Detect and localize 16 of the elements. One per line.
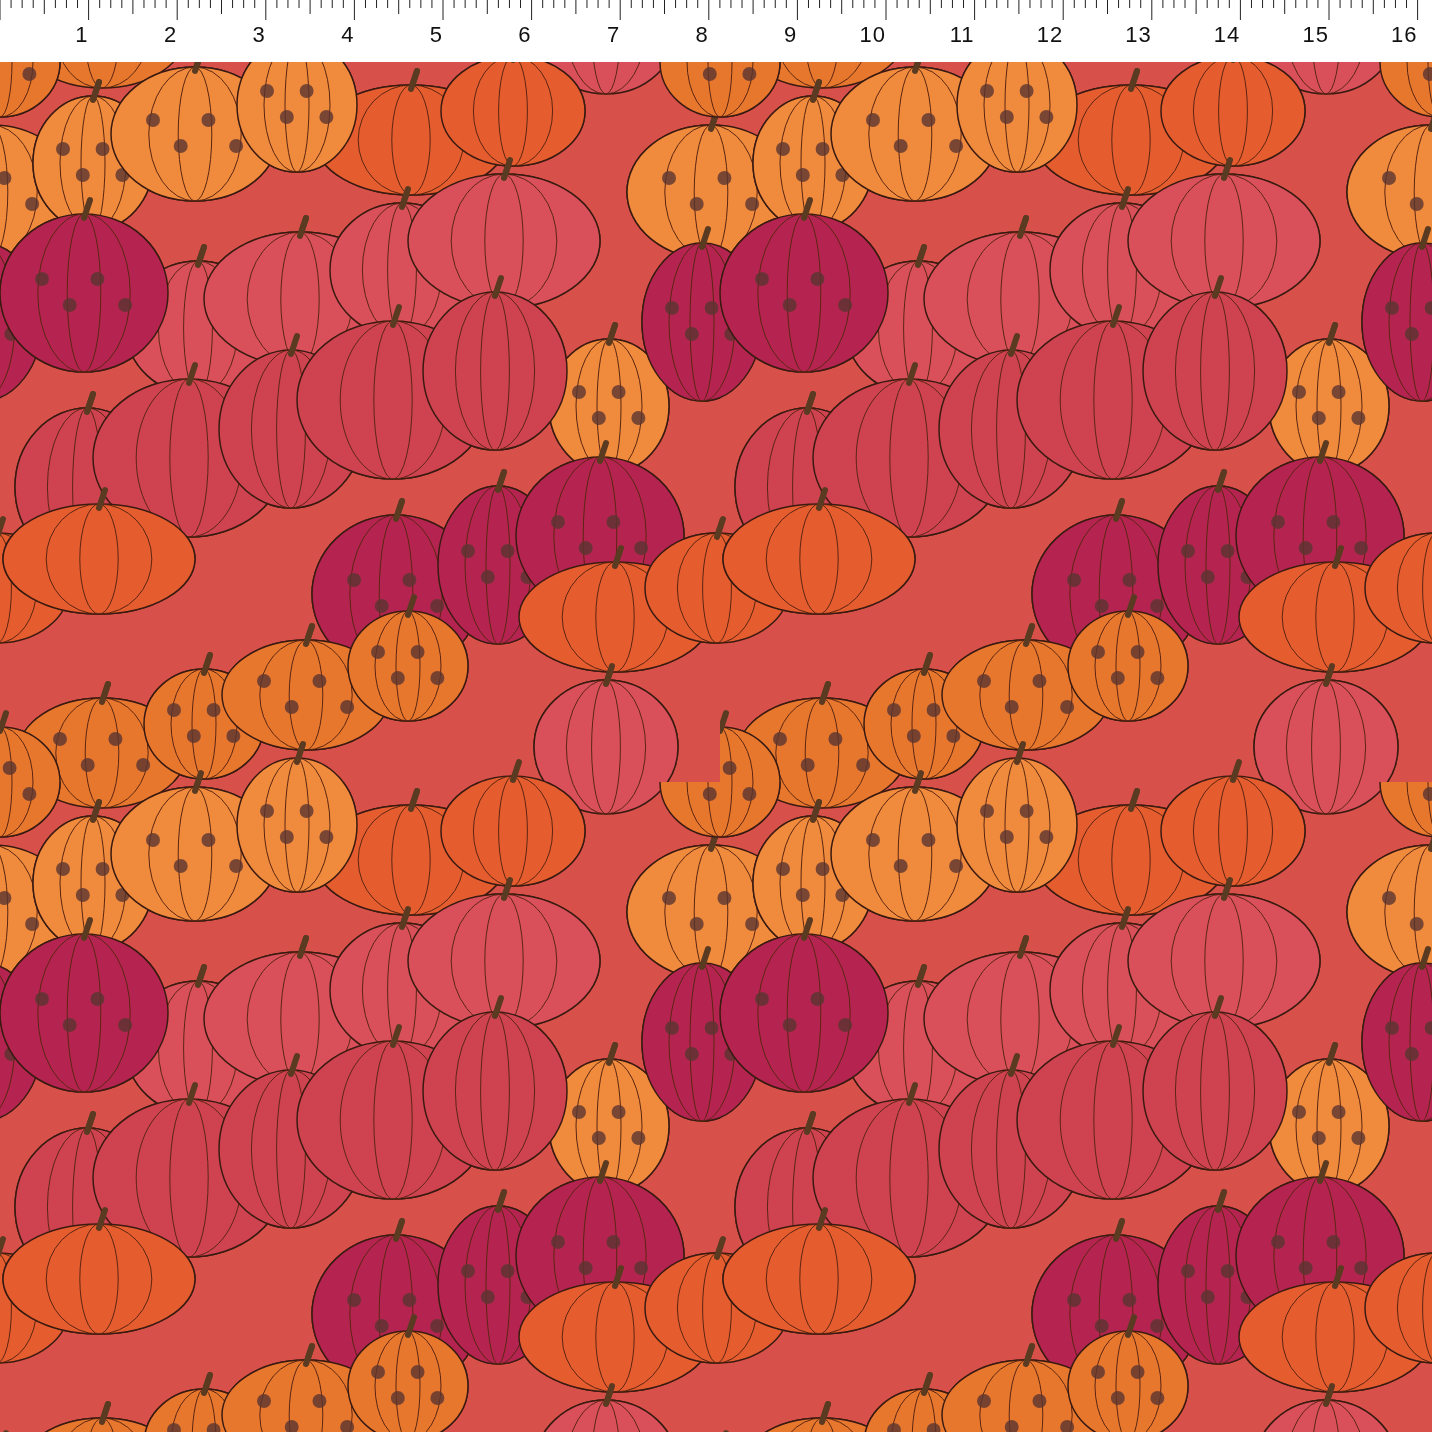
ruler-number: 2: [163, 22, 178, 48]
ruler-number: 10: [859, 22, 886, 48]
ruler-number: 9: [784, 22, 798, 48]
ruler-number: 13: [1125, 22, 1152, 48]
ruler-number: 3: [252, 22, 266, 48]
ruler-number: 12: [1036, 22, 1064, 48]
ruler-number: 11: [949, 22, 975, 48]
ruler-number: 5: [429, 22, 443, 48]
ruler-number: 14: [1213, 22, 1241, 48]
ruler-number: 4: [341, 22, 355, 48]
ruler-number: 7: [606, 22, 621, 48]
ruler-number: 1: [75, 22, 89, 48]
ruler-number: 15: [1302, 22, 1329, 48]
ruler-number: 6: [518, 22, 532, 48]
ruler-number: 8: [695, 22, 709, 48]
ruler-number: 16: [1391, 22, 1418, 48]
